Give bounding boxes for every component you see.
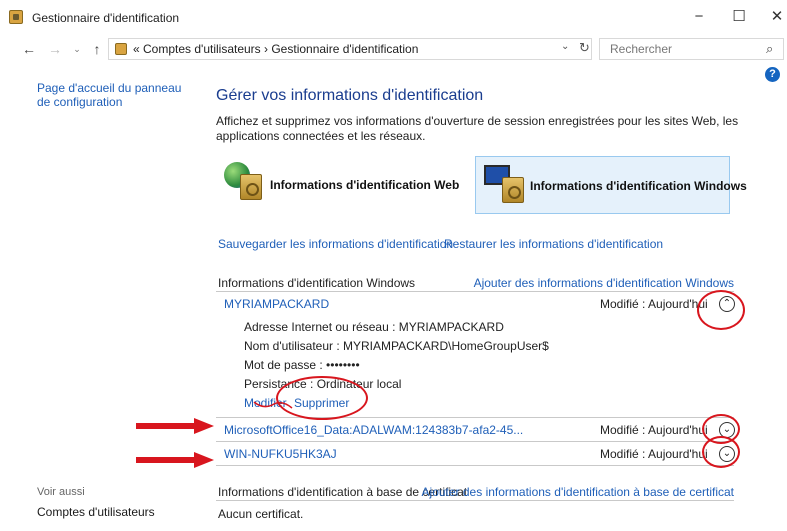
forward-arrow-icon[interactable]: → <box>48 40 62 58</box>
vault-icon <box>240 174 262 200</box>
section-title: Informations d'identification Windows <box>218 276 416 290</box>
credential-row: MicrosoftOffice16_Data:ADALWAM:124383b7-… <box>216 418 735 442</box>
search-placeholder: Rechercher <box>610 42 673 56</box>
credential-modified: Modifié : Aujourd'hui <box>600 297 708 311</box>
user-accounts-link[interactable]: Comptes d'utilisateurs <box>37 505 155 519</box>
windows-credentials-label: Informations d'identification Windows <box>530 179 747 193</box>
help-icon[interactable]: ? <box>765 67 780 82</box>
control-panel-home-link[interactable]: Page d'accueil du panneau de configurati… <box>37 81 197 109</box>
windows-credentials-header: Informations d'identification Windows Aj… <box>216 272 734 292</box>
window-title: Gestionnaire d'identification <box>32 11 180 25</box>
title-bar: Gestionnaire d'identification − ☐ ✕ <box>0 0 787 36</box>
web-credentials-tile[interactable]: Informations d'identification Web <box>216 156 462 214</box>
credential-name[interactable]: MYRIAMPACKARD <box>224 297 329 311</box>
minimize-button[interactable]: − <box>688 6 710 28</box>
page-description: Affichez et supprimez vos informations d… <box>216 114 739 143</box>
credential-modified: Modifié : Aujourd'hui <box>600 447 708 461</box>
search-input[interactable]: Rechercher ⌕ <box>599 38 784 60</box>
credential-manager-icon <box>9 10 23 24</box>
windows-credentials-tile[interactable]: Informations d'identification Windows <box>475 156 747 214</box>
vault-icon <box>502 177 524 203</box>
annotation-circle <box>702 436 740 468</box>
recent-locations-chevron-icon[interactable]: ⌄ <box>70 40 84 58</box>
page-title: Gérer vos informations d'identification <box>216 87 484 104</box>
credential-name[interactable]: MicrosoftOffice16_Data:ADALWAM:124383b7-… <box>224 423 523 437</box>
see-also-label: Voir aussi <box>37 486 85 498</box>
add-windows-credential-link[interactable]: Ajouter des informations d'identificatio… <box>474 276 734 290</box>
web-credentials-label: Informations d'identification Web <box>270 178 460 192</box>
address-bar[interactable]: « Comptes d'utilisateurs › Gestionnaire … <box>108 38 592 60</box>
credential-password: Mot de passe : •••••••• <box>244 358 360 372</box>
credential-name[interactable]: WIN-NUFKU5HK3AJ <box>224 447 337 461</box>
annotation-arrow-icon <box>136 452 214 468</box>
annotation-underline <box>253 401 293 409</box>
address-dropdown-icon[interactable]: ⌄ <box>561 41 569 52</box>
backup-credentials-link[interactable]: Sauvegarder les informations d'identific… <box>218 237 453 251</box>
no-certificate-text: Aucun certificat. <box>218 507 304 521</box>
credential-username: Nom d'utilisateur : MYRIAMPACKARD\HomeGr… <box>244 339 549 353</box>
up-arrow-icon[interactable]: ↑ <box>90 40 104 58</box>
search-icon[interactable]: ⌕ <box>766 41 773 57</box>
annotation-circle <box>697 290 745 330</box>
refresh-icon[interactable]: ↻ <box>579 40 590 56</box>
credential-row: WIN-NUFKU5HK3AJ Modifié : Aujourd'hui ⌄ <box>216 442 735 466</box>
credential-address: Adresse Internet ou réseau : MYRIAMPACKA… <box>244 320 504 334</box>
breadcrumb[interactable]: « Comptes d'utilisateurs › Gestionnaire … <box>133 42 418 56</box>
certificate-credentials-header: Informations d'identification à base de … <box>216 481 734 501</box>
credential-modified: Modifié : Aujourd'hui <box>600 423 708 437</box>
restore-credentials-link[interactable]: Restaurer les informations d'identificat… <box>444 237 663 251</box>
control-panel-icon <box>115 43 127 55</box>
navigation-bar: ← → ⌄ ↑ « Comptes d'utilisateurs › Gesti… <box>0 36 787 63</box>
maximize-button[interactable]: ☐ <box>728 6 750 28</box>
add-certificate-credential-link[interactable]: Ajouter des informations d'identificatio… <box>422 485 734 499</box>
back-arrow-icon[interactable]: ← <box>22 40 36 58</box>
annotation-arrow-icon <box>136 418 214 434</box>
close-button[interactable]: ✕ <box>766 6 787 28</box>
